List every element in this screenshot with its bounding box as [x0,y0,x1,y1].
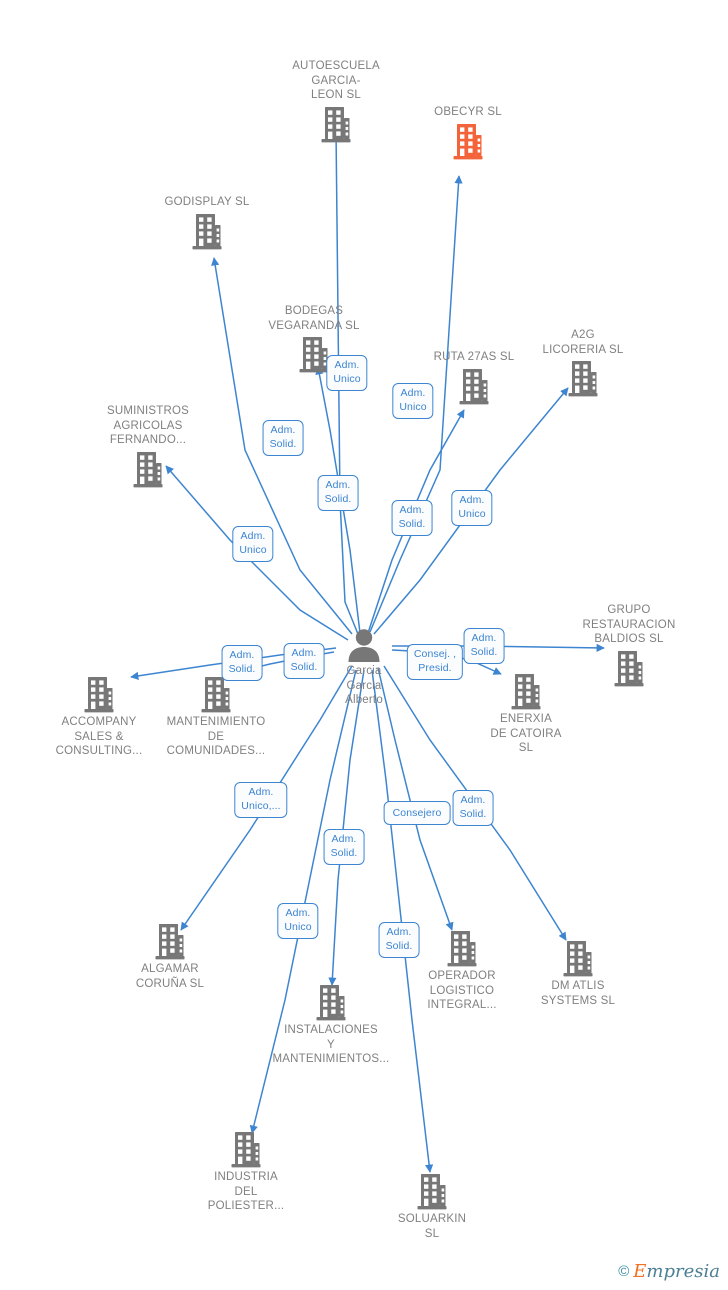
node-label-dmatlis: DM ATLIS SYSTEMS SL [540,980,616,1007]
building-icon [314,983,348,1021]
building-icon [561,939,595,977]
node-label: Garcia Garcia Alberto [345,665,383,706]
edge-soluarkin [371,669,434,1173]
person-icon [346,628,382,662]
building-icon [153,922,187,960]
building-icon [457,367,491,405]
node-company-suministros[interactable]: SUMINISTROS AGRICOLAS FERNANDO... [83,404,213,488]
building-icon [319,105,353,143]
node-label-suministros: SUMINISTROS AGRICOLAS FERNANDO... [106,405,190,446]
node-company-instalaciones[interactable]: INSTALACIONES Y MANTENIMIENTOS... [266,983,396,1067]
edge-label-lbl-mantenimiento[interactable]: Adm. Solid. [221,645,263,681]
node-label-algamar: ALGAMAR CORUÑA SL [135,963,205,990]
node-label-obecyr: OBECYR SL [434,106,502,118]
building-icon [415,1172,449,1210]
edge-label-lbl-instalaciones[interactable]: Adm. Unico [277,903,319,939]
edge-label-lbl-bodegas[interactable]: Adm. Unico [326,355,368,391]
edge-label-lbl-grupo[interactable]: Adm. Solid. [463,628,505,664]
edge-label-lbl-accompany[interactable]: Adm. Solid. [283,643,325,679]
building-icon [229,1130,263,1168]
building-icon [82,675,116,713]
edge-label-lbl-a2g[interactable]: Adm. Unico [451,490,493,526]
node-label-enerxia: ENERXIA DE CATOIRA SL [490,713,562,754]
node-label-autoescuela: AUTOESCUELA GARCIA- LEON SL [292,60,380,101]
node-label-industria: INDUSTRIA DEL POLIESTER... [207,1171,285,1212]
edge-label-lbl-suministros[interactable]: Adm. Unico [232,526,274,562]
node-label-ruta27as: RUTA 27AS SL [433,351,515,363]
watermark: © Empresia [618,1261,720,1282]
node-label-a2g: A2G LICORERIA SL [542,329,624,356]
building-icon [451,122,485,160]
edge-label-lbl-autoescuela[interactable]: Adm. Solid. [317,475,359,511]
node-label-bodegas: BODEGAS VEGARANDA SL [268,305,360,332]
building-icon [612,649,646,687]
node-company-algamar[interactable]: ALGAMAR CORUÑA SL [105,922,235,991]
edge-label-lbl-soluarkin[interactable]: Adm. Solid. [378,922,420,958]
brand-name: Empresia [633,1261,720,1282]
building-icon [509,672,543,710]
building-icon [445,929,479,967]
node-company-godisplay[interactable]: GODISPLAY SL [142,195,272,250]
edge-label-lbl-ruta27as[interactable]: Adm. Unico [392,383,434,419]
node-label-soluarkin: SOLUARKIN SL [397,1213,467,1240]
building-icon [131,450,165,488]
node-company-enerxia[interactable]: ENERXIA DE CATOIRA SL [461,672,591,756]
relationship-graph: Garcia Garcia Alberto © Empresia AUTOESC… [0,0,728,1290]
edge-label-lbl-operador[interactable]: Consejero [383,801,451,825]
edge-label-lbl-enerxia[interactable]: Consej. , Presid. [406,644,464,680]
edge-label-lbl-industria[interactable]: Adm. Solid. [323,829,365,865]
building-icon [190,212,224,250]
edge-label-lbl-godisplay[interactable]: Adm. Solid. [262,420,304,456]
node-label-godisplay: GODISPLAY SL [164,196,250,208]
node-company-dmatlis[interactable]: DM ATLIS SYSTEMS SL [513,939,643,1008]
node-label-grupo: GRUPO RESTAURACION BALDIOS SL [582,604,676,645]
node-company-accompany[interactable]: ACCOMPANY SALES & CONSULTING... [34,675,164,759]
copyright-symbol: © [618,1263,630,1280]
node-company-soluarkin[interactable]: SOLUARKIN SL [367,1172,497,1241]
edge-label-lbl-algamar[interactable]: Adm. Unico,... [234,782,288,818]
node-label-operador: OPERADOR LOGISTICO INTEGRAL... [427,970,497,1011]
edge-instalaciones [328,669,365,986]
node-label-accompany: ACCOMPANY SALES & CONSULTING... [55,716,143,757]
node-company-obecyr[interactable]: OBECYR SL [403,105,533,160]
edge-label-lbl-obecyr[interactable]: Adm. Solid. [391,500,433,536]
node-company-industria[interactable]: INDUSTRIA DEL POLIESTER... [181,1130,311,1214]
node-company-mantenimiento[interactable]: MANTENIMIENTO DE COMUNIDADES... [151,675,281,759]
node-label-mantenimiento: MANTENIMIENTO DE COMUNIDADES... [166,716,266,757]
edge-label-lbl-dmatlis[interactable]: Adm. Solid. [452,790,494,826]
node-company-autoescuela[interactable]: AUTOESCUELA GARCIA- LEON SL [271,59,401,143]
node-label-instalaciones: INSTALACIONES Y MANTENIMIENTOS... [272,1024,390,1065]
building-icon [566,359,600,397]
